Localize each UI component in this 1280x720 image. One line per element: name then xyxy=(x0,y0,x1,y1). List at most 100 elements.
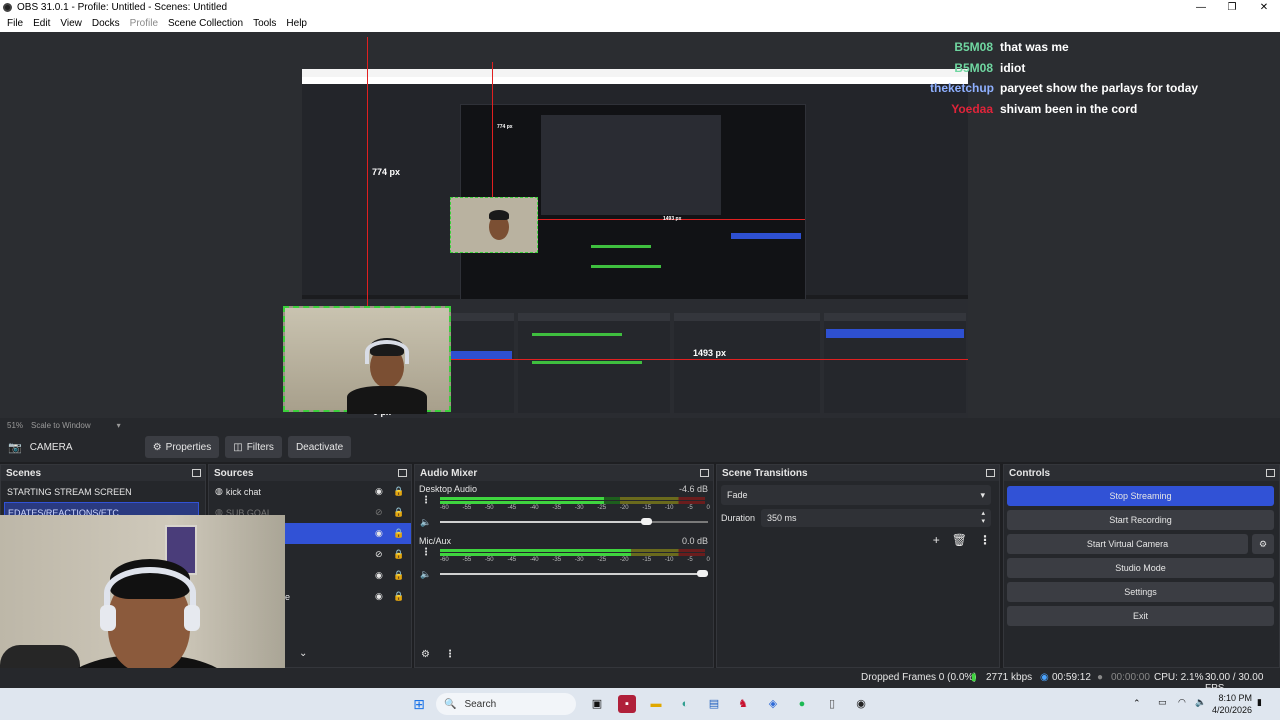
measure-label-horizontal: 1493 px xyxy=(693,348,727,358)
volume-slider[interactable] xyxy=(440,570,708,577)
undock-icon[interactable] xyxy=(700,469,709,477)
exit-button[interactable]: Exit xyxy=(1007,606,1274,626)
menu-view[interactable]: View xyxy=(55,15,87,32)
store-icon[interactable]: ▤ xyxy=(705,695,723,713)
file-explorer-icon[interactable]: ▬ xyxy=(647,695,665,713)
lock-icon[interactable]: 🔒 xyxy=(393,507,404,518)
menu-edit[interactable]: Edit xyxy=(28,15,55,32)
undock-icon[interactable] xyxy=(192,469,201,477)
lock-icon[interactable]: 🔒 xyxy=(393,591,404,602)
zoom-bar: 51% Scale to Window ▾ xyxy=(0,418,1280,432)
taskbar-search[interactable]: 🔍 Search xyxy=(436,693,576,715)
obs-taskbar-icon[interactable]: ◉ xyxy=(852,695,870,713)
menu-help[interactable]: Help xyxy=(281,15,312,32)
eye-icon[interactable]: ◉ xyxy=(375,528,383,539)
stop-streaming-button[interactable]: Stop Streaming xyxy=(1007,486,1274,506)
move-down-icon[interactable]: ⌄ xyxy=(299,648,307,659)
chat-line: B5M08 that was me xyxy=(930,37,1270,58)
volume-meter xyxy=(440,549,705,552)
menu-docks[interactable]: Docks xyxy=(87,15,125,32)
scale-tick: -35 xyxy=(552,505,562,511)
speaker-icon[interactable]: 🔈 xyxy=(420,517,431,528)
eye-off-icon[interactable]: ⊘ xyxy=(375,549,383,560)
undock-icon[interactable] xyxy=(986,469,995,477)
controls-header: Controls xyxy=(1004,465,1279,481)
menu-scene-collection[interactable]: Scene Collection xyxy=(163,15,248,32)
spinner-icon[interactable]: ▴ ▾ xyxy=(981,510,985,526)
menu-profile[interactable]: Profile xyxy=(125,15,163,32)
nested-obs-menubar xyxy=(302,77,968,84)
kebab-icon[interactable]: ⋮ xyxy=(421,495,431,506)
kebab-icon[interactable]: ⋮ xyxy=(979,533,991,547)
scale-tick: -60 xyxy=(440,505,449,511)
display-icon[interactable]: ▭ xyxy=(1158,697,1167,708)
zoom-mode-select[interactable]: Scale to Window xyxy=(31,421,91,430)
meter-fill xyxy=(440,497,605,500)
nested-stop-button xyxy=(731,233,801,239)
lock-icon[interactable]: 🔒 xyxy=(393,528,404,539)
channel-name: Desktop Audio xyxy=(419,484,478,494)
notification-icon[interactable]: ▮ xyxy=(1257,697,1262,708)
task-view-icon[interactable]: ▣ xyxy=(588,695,606,713)
kebab-icon[interactable]: ⋮ xyxy=(421,547,431,558)
windows-start-icon[interactable]: ⊞ xyxy=(410,695,428,713)
gear-icon: ⚙ xyxy=(152,441,162,453)
slider-handle[interactable] xyxy=(640,518,652,525)
lock-icon[interactable]: 🔒 xyxy=(393,549,404,560)
eye-icon[interactable]: ◉ xyxy=(375,570,383,581)
filters-button[interactable]: ◫ Filters xyxy=(225,436,282,458)
chevron-up-icon[interactable]: ⌃ xyxy=(1133,698,1141,709)
properties-label: Properties xyxy=(165,441,212,453)
preview-area[interactable]: 774 px 1493 px 0 px 774 px 1493 px B5M08… xyxy=(0,32,1280,444)
app-icon[interactable]: ◈ xyxy=(764,695,782,713)
clock-time[interactable]: 8:10 PM xyxy=(1200,693,1252,703)
undock-icon[interactable] xyxy=(398,469,407,477)
close-button[interactable]: ✕ xyxy=(1248,0,1280,15)
camera-source-box[interactable] xyxy=(283,306,451,414)
edge-browser-icon[interactable]: ◐ xyxy=(676,695,694,713)
eye-icon[interactable]: ◉ xyxy=(375,486,383,497)
trash-icon[interactable]: 🗑 xyxy=(952,533,967,547)
app-icon[interactable]: ▪ xyxy=(618,695,636,713)
scene-item[interactable]: STARTING STREAM SCREEN xyxy=(1,481,205,502)
deactivate-button[interactable]: Deactivate xyxy=(287,436,352,458)
settings-button[interactable]: Settings xyxy=(1007,582,1274,602)
lock-icon[interactable]: 🔒 xyxy=(393,570,404,581)
lock-icon[interactable]: 🔒 xyxy=(393,486,404,497)
volume-slider[interactable] xyxy=(440,518,708,525)
audio-mixer-header: Audio Mixer xyxy=(415,465,713,481)
start-virtual-camera-button[interactable]: Start Virtual Camera xyxy=(1007,534,1248,554)
chevron-down-icon[interactable]: ▾ xyxy=(117,421,121,430)
notepad-icon[interactable]: ▯ xyxy=(823,695,841,713)
minimize-button[interactable]: — xyxy=(1185,0,1217,15)
app-icon[interactable]: ♞ xyxy=(734,695,752,713)
eye-icon[interactable]: ◉ xyxy=(375,591,383,602)
wifi-icon[interactable]: ◠ xyxy=(1178,697,1186,708)
add-icon[interactable]: + xyxy=(933,533,940,547)
kebab-icon[interactable]: ⋮ xyxy=(445,649,455,660)
chat-overlay: B5M08 that was me B5M08 idiot theketchup… xyxy=(930,37,1270,119)
duration-label: Duration xyxy=(721,513,756,523)
slider-handle[interactable] xyxy=(697,570,708,577)
speaker-icon[interactable]: 🔈 xyxy=(420,569,431,580)
stream-time: 00:59:12 xyxy=(1052,672,1091,683)
nested-meter xyxy=(591,245,651,248)
spotify-icon[interactable]: ● xyxy=(793,695,811,713)
slider-fill xyxy=(440,573,708,575)
menu-tools[interactable]: Tools xyxy=(248,15,281,32)
maximize-button[interactable]: ❐ xyxy=(1216,0,1248,15)
scale-tick: 0 xyxy=(706,505,710,511)
studio-mode-button[interactable]: Studio Mode xyxy=(1007,558,1274,578)
clock-date[interactable]: 4/20/2026 xyxy=(1200,705,1252,715)
start-recording-button[interactable]: Start Recording xyxy=(1007,510,1274,530)
properties-button[interactable]: ⚙ Properties xyxy=(144,436,220,458)
duration-input[interactable]: 350 ms ▴ ▾ xyxy=(761,509,991,527)
undock-icon[interactable] xyxy=(1266,469,1275,477)
eye-off-icon[interactable]: ⊘ xyxy=(375,507,383,518)
scale-tick: -55 xyxy=(462,505,472,511)
menu-file[interactable]: File xyxy=(2,15,28,32)
transition-select[interactable]: Fade ▾ xyxy=(721,485,991,505)
source-item[interactable]: ◍ kick chat ◉ 🔒 xyxy=(209,481,411,502)
virtual-camera-settings-icon[interactable]: ⚙ xyxy=(1252,534,1274,554)
mixer-settings-icon[interactable]: ⚙ xyxy=(421,649,430,660)
